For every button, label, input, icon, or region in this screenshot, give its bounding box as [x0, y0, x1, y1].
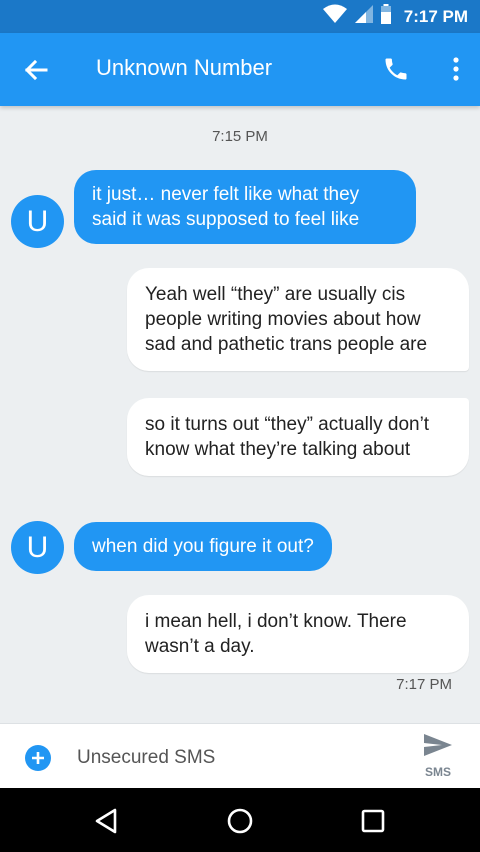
- wifi-icon: [322, 4, 348, 29]
- status-icons: 7:17 PM: [322, 0, 468, 33]
- contact-avatar[interactable]: U: [11, 521, 64, 574]
- message-input[interactable]: [75, 744, 379, 772]
- signal-icon: [354, 4, 374, 29]
- send-icon: [422, 734, 454, 762]
- incoming-message-bubble: when did you figure it out?: [74, 522, 332, 571]
- system-navigation-bar: [0, 788, 480, 852]
- send-button[interactable]: SMS: [414, 732, 462, 782]
- contact-avatar[interactable]: U: [11, 195, 64, 248]
- battery-icon: [380, 4, 392, 29]
- outgoing-message-bubble: so it turns out “they” actually don’t kn…: [127, 398, 469, 476]
- phone-icon[interactable]: [382, 55, 410, 83]
- back-triangle-icon[interactable]: [90, 804, 124, 838]
- status-bar: 7:17 PM: [0, 0, 480, 33]
- back-arrow-icon[interactable]: [22, 56, 50, 84]
- message-timestamp: 7:15 PM: [212, 128, 268, 145]
- app-bar: Unknown Number: [0, 33, 480, 106]
- send-label: SMS: [424, 765, 451, 779]
- home-circle-icon[interactable]: [223, 804, 257, 838]
- message-composer: SMS: [0, 723, 480, 789]
- outgoing-message-bubble: i mean hell, i don’t know. There wasn’t …: [127, 595, 469, 673]
- more-options-icon[interactable]: [446, 55, 466, 83]
- status-time: 7:17 PM: [403, 6, 468, 26]
- incoming-message-bubble: it just… never felt like what they said …: [74, 170, 416, 244]
- message-timestamp: 7:17 PM: [396, 676, 452, 693]
- recents-square-icon[interactable]: [356, 804, 390, 838]
- conversation-title: Unknown Number: [96, 55, 273, 80]
- outgoing-message-bubble: Yeah well “they” are usually cis people …: [127, 268, 469, 371]
- add-attachment-icon[interactable]: [25, 745, 51, 771]
